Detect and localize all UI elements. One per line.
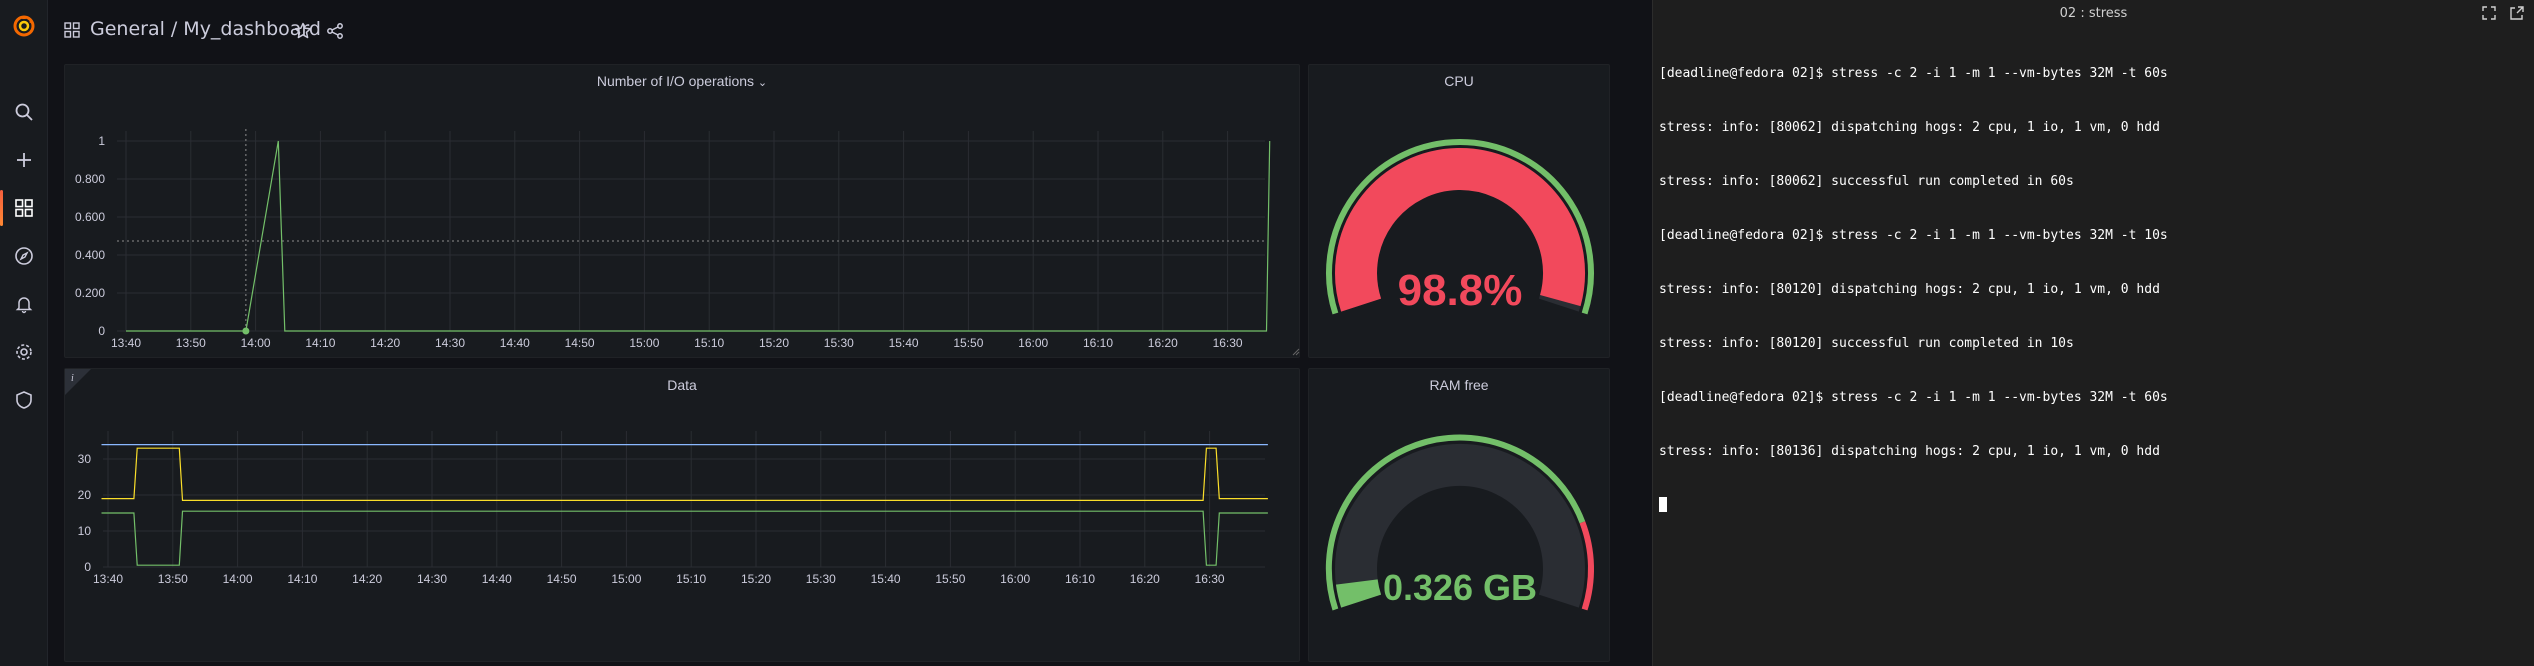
grafana-logo-icon[interactable] bbox=[12, 14, 36, 38]
screen: General / My_dashboard Number of I/O opera… bbox=[0, 0, 2534, 666]
x-tick-label: 16:10 bbox=[1083, 336, 1113, 350]
y-tick-label: 30 bbox=[78, 452, 92, 466]
x-tick-label: 15:50 bbox=[953, 336, 983, 350]
x-tick-label: 16:00 bbox=[1018, 336, 1048, 350]
y-tick-label: 20 bbox=[78, 488, 92, 502]
y-tick-label: 1 bbox=[98, 134, 105, 148]
x-tick-label: 13:50 bbox=[176, 336, 206, 350]
x-tick-label: 16:10 bbox=[1065, 572, 1095, 586]
x-tick-label: 13:50 bbox=[158, 572, 188, 586]
x-tick-label: 15:40 bbox=[871, 572, 901, 586]
x-tick-label: 14:00 bbox=[223, 572, 253, 586]
x-tick-label: 15:40 bbox=[889, 336, 919, 350]
x-tick-label: 15:20 bbox=[741, 572, 771, 586]
gauge-value-arc bbox=[1335, 578, 1382, 608]
x-tick-label: 14:10 bbox=[287, 572, 317, 586]
x-tick-label: 16:20 bbox=[1148, 336, 1178, 350]
data-chart-svg: 0 10 20 30 13:40 13:50 14:00 14:10 14:20 14:30 14:… bbox=[78, 431, 1268, 586]
dashboard-grid-icon bbox=[64, 22, 80, 42]
y-tick-label: 0.200 bbox=[75, 286, 105, 300]
y-tick-label: 0 bbox=[84, 560, 91, 574]
maximize-icon[interactable] bbox=[2481, 5, 2497, 21]
x-tick-label: 15:30 bbox=[824, 336, 854, 350]
x-tick-label: 14:30 bbox=[417, 572, 447, 586]
x-tick-label: 16:30 bbox=[1195, 572, 1225, 586]
x-tick-label: 14:50 bbox=[565, 336, 595, 350]
x-tick-label: 14:40 bbox=[500, 336, 530, 350]
x-tick-label: 14:10 bbox=[305, 336, 335, 350]
explore-compass-icon[interactable] bbox=[12, 244, 36, 268]
terminal-line: [deadline@fedora 02]$ stress -c 2 -i 1 -… bbox=[1659, 228, 2168, 243]
y-tick-label: 0.600 bbox=[75, 210, 105, 224]
terminal-line: stress: info: [80062] dispatching hogs: … bbox=[1659, 120, 2160, 135]
ram-value: 0.326 GB bbox=[1383, 567, 1537, 608]
y-tick-label: 0 bbox=[98, 324, 105, 338]
x-tick-label: 13:40 bbox=[111, 336, 141, 350]
x-tick-label: 13:40 bbox=[93, 572, 123, 586]
series-line bbox=[101, 447, 1268, 501]
terminal-line: stress: info: [80120] dispatching hogs: … bbox=[1659, 282, 2160, 297]
dashboard-topbar: General / My_dashboard bbox=[48, 0, 1652, 64]
terminal-cursor bbox=[1659, 497, 1667, 512]
terminal-line: stress: info: [80062] successful run com… bbox=[1659, 174, 2074, 189]
x-tick-label: 15:00 bbox=[629, 336, 659, 350]
ram-gauge-svg: 0.326 GB bbox=[1325, 434, 1594, 611]
y-tick-label: 0.400 bbox=[75, 248, 105, 262]
y-tick-label: 0.800 bbox=[75, 172, 105, 186]
terminal-line: stress: info: [80136] dispatching hogs: … bbox=[1659, 444, 2160, 459]
grafana-sidebar bbox=[0, 0, 48, 666]
detach-icon[interactable] bbox=[2509, 5, 2525, 21]
y-tick-label: 10 bbox=[78, 524, 92, 538]
x-tick-label: 16:20 bbox=[1130, 572, 1160, 586]
terminal-line: stress: info: [80120] successful run com… bbox=[1659, 336, 2074, 351]
shield-icon[interactable] bbox=[12, 388, 36, 412]
breadcrumb-separator: / bbox=[170, 18, 178, 40]
x-tick-label: 16:00 bbox=[1000, 572, 1030, 586]
terminal-line: [deadline@fedora 02]$ stress -c 2 -i 1 -… bbox=[1659, 66, 2168, 81]
plus-icon[interactable] bbox=[12, 148, 36, 172]
share-icon[interactable] bbox=[326, 22, 344, 44]
x-tick-label: 15:10 bbox=[694, 336, 724, 350]
x-tick-label: 14:30 bbox=[435, 336, 465, 350]
bell-icon[interactable] bbox=[12, 292, 36, 316]
breadcrumb-folder-link[interactable]: General bbox=[90, 18, 165, 40]
x-tick-label: 15:10 bbox=[676, 572, 706, 586]
resize-handle-icon bbox=[1292, 348, 1300, 356]
active-nav-indicator bbox=[0, 190, 3, 226]
breadcrumb: General / My_dashboard bbox=[90, 18, 321, 40]
cpu-value: 98.8% bbox=[1398, 266, 1523, 315]
x-tick-label: 15:00 bbox=[611, 572, 641, 586]
dashboards-icon[interactable] bbox=[12, 196, 36, 220]
terminal-output[interactable]: [deadline@fedora 02]$ stress -c 2 -i 1 -… bbox=[1659, 29, 2168, 552]
gear-icon[interactable] bbox=[12, 340, 36, 364]
x-tick-label: 14:40 bbox=[482, 572, 512, 586]
terminal-window[interactable]: 02 : stress [deadline@fedora 02]$ stress… bbox=[1652, 0, 2534, 666]
x-tick-label: 15:20 bbox=[759, 336, 789, 350]
panel-io-operations[interactable]: Number of I/O operations ⌄ 0 0.200 0.400 0.… bbox=[64, 64, 1300, 358]
x-tick-label: 15:50 bbox=[935, 572, 965, 586]
cpu-gauge-svg: 98.8% bbox=[1326, 139, 1594, 315]
terminal-title: 02 : stress bbox=[2059, 6, 2128, 21]
terminal-line: [deadline@fedora 02]$ stress -c 2 -i 1 -… bbox=[1659, 390, 2168, 405]
series-line bbox=[101, 510, 1268, 566]
hover-point bbox=[242, 327, 250, 335]
panel-ram-free[interactable]: RAM free 0.326 GB bbox=[1308, 368, 1610, 662]
x-tick-label: 15:30 bbox=[806, 572, 836, 586]
x-tick-label: 16:30 bbox=[1213, 336, 1243, 350]
panel-data[interactable]: Data i 0 10 20 30 13:40 13:50 14:00 14:10 14:20 1… bbox=[64, 368, 1300, 662]
io-chart-svg: 0 0.200 0.400 0.600 0.800 1 13:40 13:50 14:00 14:… bbox=[75, 129, 1300, 356]
x-tick-label: 14:00 bbox=[241, 336, 271, 350]
x-tick-label: 14:50 bbox=[547, 572, 577, 586]
panel-cpu[interactable]: CPU 98.8% bbox=[1308, 64, 1610, 358]
search-icon[interactable] bbox=[12, 100, 36, 124]
x-tick-label: 14:20 bbox=[352, 572, 382, 586]
star-icon[interactable] bbox=[294, 22, 312, 44]
x-tick-label: 14:20 bbox=[370, 336, 400, 350]
